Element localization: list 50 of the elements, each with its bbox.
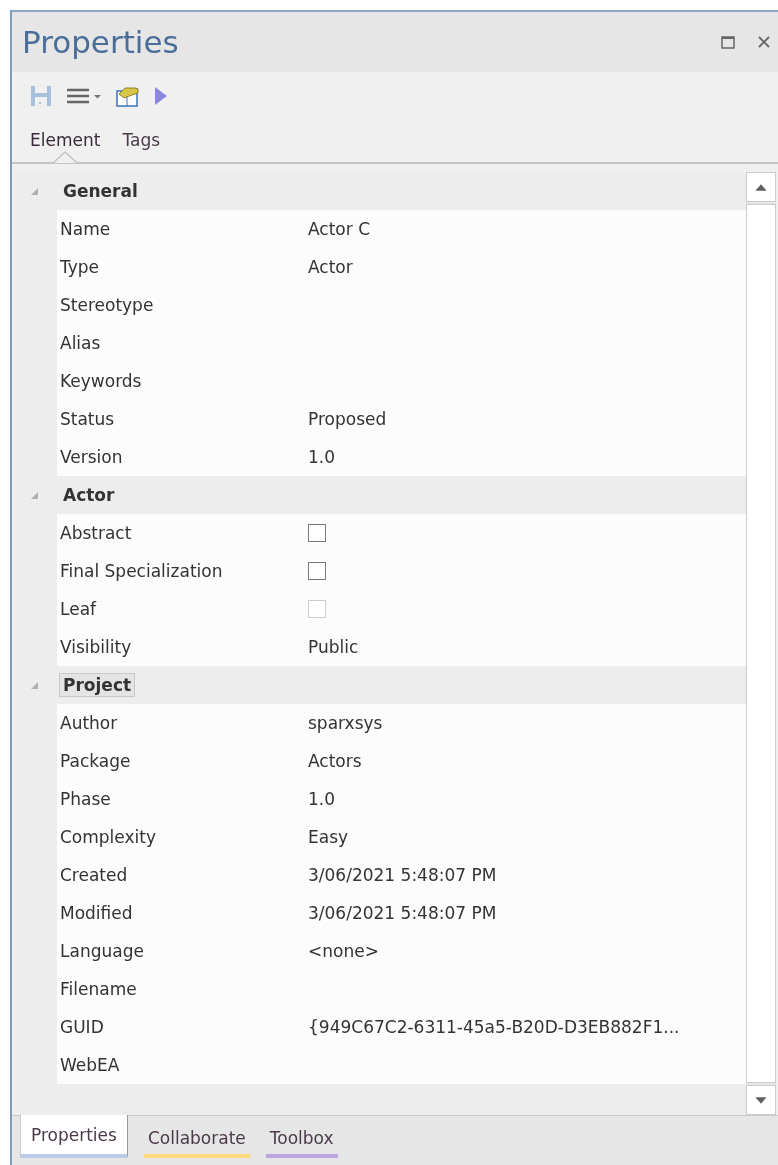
- property-value[interactable]: sparxsys: [308, 713, 383, 733]
- window-title: Properties: [22, 24, 179, 60]
- play-icon[interactable]: [154, 85, 168, 107]
- property-name: Name: [59, 219, 112, 239]
- bottom-tab[interactable]: Toolbox: [265, 1122, 338, 1158]
- property-value[interactable]: {949C67C2-6311-45a5-B20D-D3EB882F1...: [308, 1017, 680, 1037]
- property-value[interactable]: Public: [308, 637, 359, 657]
- group-title[interactable]: Project: [59, 673, 136, 697]
- property-value[interactable]: Easy: [308, 827, 349, 847]
- property-value[interactable]: Actors: [308, 751, 362, 771]
- property-name: Alias: [59, 333, 102, 353]
- property-name: Complexity: [59, 827, 157, 847]
- bottom-tab[interactable]: Collaborate: [143, 1122, 250, 1158]
- property-value[interactable]: 1.0: [308, 447, 336, 467]
- property-name: Created: [59, 865, 129, 885]
- property-name: Type: [59, 257, 101, 277]
- property-name: Phase: [59, 789, 112, 809]
- property-name: Version: [59, 447, 124, 467]
- property-name: Keywords: [59, 371, 143, 391]
- property-value[interactable]: 3/06/2021 5:48:07 PM: [308, 903, 497, 923]
- property-value[interactable]: <none>: [308, 941, 379, 961]
- scroll-down-icon[interactable]: [746, 1085, 776, 1115]
- close-icon[interactable]: [756, 34, 772, 50]
- property-value[interactable]: 1.0: [308, 789, 336, 809]
- property-name: Leaf: [59, 599, 98, 619]
- property-value[interactable]: Actor: [308, 257, 353, 277]
- maximize-icon[interactable]: [720, 34, 736, 50]
- property-name: GUID: [59, 1017, 105, 1037]
- tab[interactable]: Tags: [122, 130, 161, 150]
- property-value[interactable]: Proposed: [308, 409, 387, 429]
- group-title[interactable]: Actor: [59, 483, 119, 507]
- property-name: WebEA: [59, 1055, 121, 1075]
- property-name: Author: [59, 713, 119, 733]
- property-value[interactable]: 3/06/2021 5:48:07 PM: [308, 865, 497, 885]
- property-name: Status: [59, 409, 116, 429]
- property-name: Modified: [59, 903, 134, 923]
- checkbox[interactable]: [308, 562, 326, 580]
- scroll-up-icon[interactable]: [746, 172, 776, 202]
- tab[interactable]: Element: [30, 130, 101, 150]
- bottom-tab[interactable]: Properties: [20, 1115, 128, 1158]
- property-name: Final Specialization: [59, 561, 224, 581]
- property-value[interactable]: Actor C: [308, 219, 370, 239]
- property-name: Package: [59, 751, 132, 771]
- property-name: Filename: [59, 979, 138, 999]
- group-title[interactable]: General: [59, 179, 142, 203]
- property-name: Language: [59, 941, 145, 961]
- property-name: Abstract: [59, 523, 133, 543]
- checkbox[interactable]: [308, 524, 326, 542]
- property-name: Visibility: [59, 637, 133, 657]
- property-name: Stereotype: [59, 295, 155, 315]
